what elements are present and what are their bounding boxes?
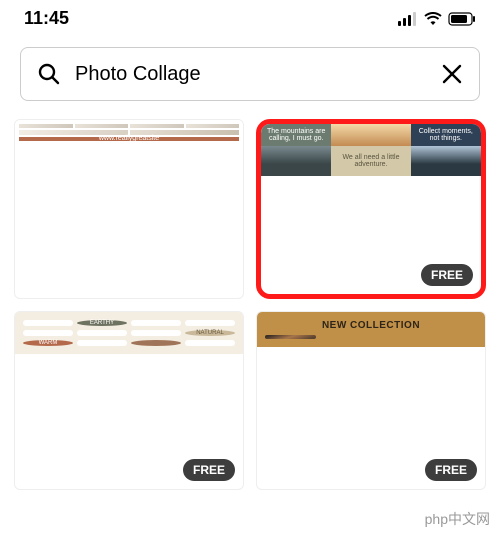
circle-label: WARM (23, 340, 73, 346)
status-bar: 11:45 (0, 0, 500, 33)
template-caption: www.reallygreatsite (19, 137, 239, 141)
free-badge: FREE (425, 459, 477, 481)
template-card-collection[interactable]: NEW COLLECTION FREE (256, 311, 486, 491)
circle-label: EARTHY (77, 320, 127, 326)
template-card-mountains[interactable]: The mountains are calling, I must go. Co… (256, 119, 486, 299)
template-title: NEW COLLECTION (265, 320, 477, 331)
quote-text: The mountains are calling, I must go. (261, 124, 331, 146)
template-card-interior[interactable]: www.reallygreatsite (14, 119, 244, 299)
search-icon (37, 62, 61, 86)
template-card-earthy[interactable]: EARTHY NATURAL WARM FREE (14, 311, 244, 491)
search-input[interactable] (75, 63, 427, 86)
template-grid: www.reallygreatsite The mountains are ca… (0, 119, 500, 490)
battery-icon (448, 12, 476, 26)
search-bar[interactable] (20, 47, 480, 101)
status-time: 11:45 (24, 8, 69, 29)
quote-text: Collect moments, not things. (411, 124, 481, 146)
free-badge: FREE (421, 264, 473, 286)
signal-icon (398, 12, 418, 26)
wifi-icon (424, 12, 442, 26)
free-badge: FREE (183, 459, 235, 481)
clear-icon[interactable] (441, 63, 463, 85)
status-icons (398, 12, 476, 26)
watermark: php中文网 (425, 509, 490, 529)
quote-text: We all need a little adventure. (331, 146, 410, 176)
circle-label: NATURAL (185, 330, 235, 336)
